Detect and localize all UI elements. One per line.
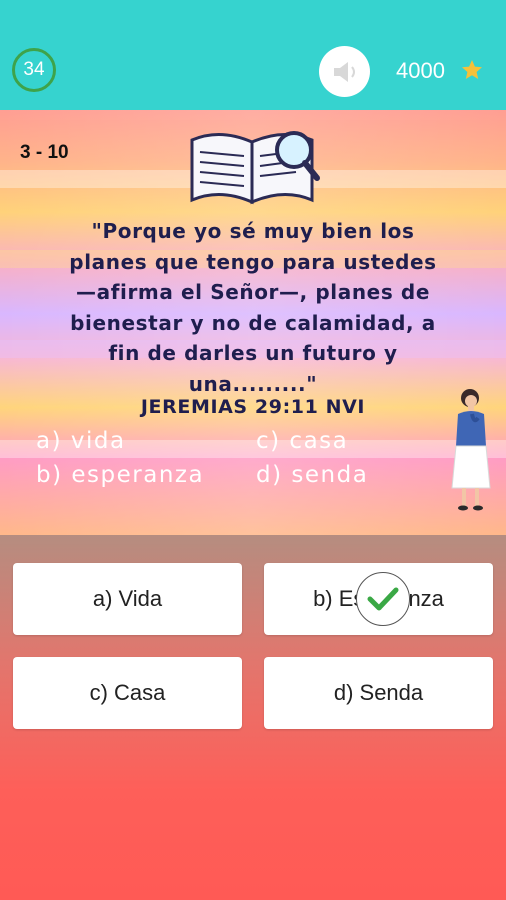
speaker-muted-icon bbox=[333, 61, 355, 82]
timer-badge: 34 bbox=[12, 48, 56, 92]
sound-toggle-button[interactable] bbox=[319, 46, 370, 97]
verse-line: —afirma el Señor—, planes de bbox=[76, 280, 430, 304]
verse-line: bienestar y no de calamidad, a bbox=[70, 310, 436, 335]
verse-line: una........." bbox=[188, 371, 318, 396]
book-magnifier-icon bbox=[190, 131, 320, 205]
top-bar: 34 4000 bbox=[0, 0, 506, 110]
checkmark-icon bbox=[367, 587, 399, 611]
inline-option-b: b) esperanza bbox=[36, 462, 205, 488]
inline-option-c: c) casa bbox=[256, 428, 349, 454]
verse-text: "Porque yo sé muy bien los planes que te… bbox=[24, 216, 482, 399]
question-progress: 3 - 10 bbox=[20, 142, 69, 163]
verse-line: fin de darles un futuro y bbox=[108, 341, 398, 365]
answer-button-c[interactable]: c) Casa bbox=[13, 657, 242, 729]
inline-option-a: a) vida bbox=[36, 428, 126, 454]
verse-line: planes que tengo para ustedes bbox=[69, 249, 437, 274]
correct-answer-badge bbox=[356, 572, 410, 626]
answer-label: c) Casa bbox=[89, 680, 166, 705]
answer-button-d[interactable]: d) Senda bbox=[264, 657, 493, 729]
inline-option-d: d) senda bbox=[256, 462, 369, 488]
answer-label: a) Vida bbox=[92, 586, 163, 611]
verse-reference: JEREMIAS 29:11 NVI bbox=[140, 396, 366, 418]
thinking-woman-illustration bbox=[451, 389, 491, 511]
score-value: 4000 bbox=[396, 58, 445, 83]
question-panel: 3 - 10 "Porque yo sé muy bien los planes… bbox=[0, 110, 506, 535]
answer-label: d) Senda bbox=[333, 680, 424, 705]
timer-value: 34 bbox=[23, 59, 45, 80]
verse-line: "Porque yo sé muy bien los bbox=[91, 219, 415, 243]
answer-button-a[interactable]: a) Vida bbox=[13, 563, 242, 635]
star-icon bbox=[462, 60, 482, 79]
